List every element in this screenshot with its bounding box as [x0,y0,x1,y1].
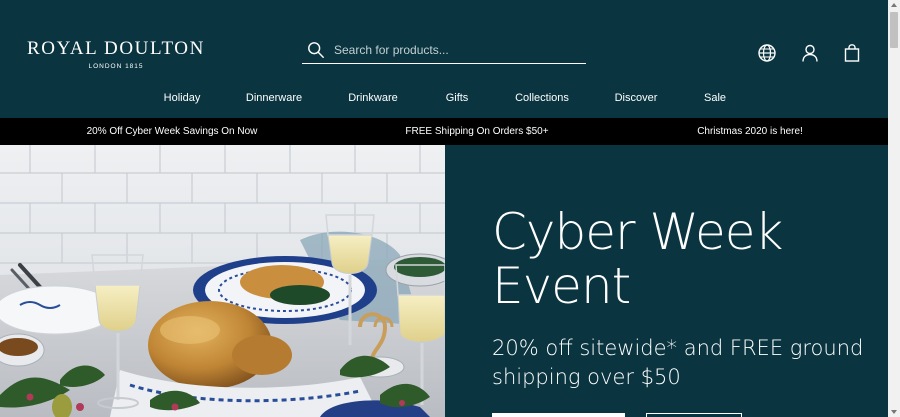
promo-free-shipping[interactable]: FREE Shipping On Orders $50+ [405,126,548,137]
logo-tagline: LONDON 1815 [88,63,144,70]
nav-item-sale[interactable]: Sale [704,92,726,104]
hero-image[interactable] [0,145,445,417]
page-scrollbar[interactable] [888,0,900,417]
hero-title-line2: Event [492,257,631,315]
promo-christmas[interactable]: Christmas 2020 is here! [697,126,803,137]
scroll-up-icon[interactable] [891,3,897,7]
search-bar [302,36,586,64]
scroll-down-icon[interactable] [891,410,897,414]
site-header: ROYAL DOULTON LONDON 1815 Holiday Dinner… [0,0,888,118]
nav-item-collections[interactable]: Collections [515,92,569,104]
user-icon[interactable] [800,43,820,63]
search-input[interactable] [332,41,576,58]
hero-secondary-button[interactable] [646,413,742,417]
scroll-thumb[interactable] [890,12,898,48]
brand-logo[interactable]: ROYAL DOULTON LONDON 1815 [26,38,206,70]
holiday-table-photo [0,145,445,417]
nav-item-dinnerware[interactable]: Dinnerware [246,92,302,104]
hero-title: Cyber Week Event [492,205,852,313]
promo-cyber-week[interactable]: 20% Off Cyber Week Savings On Now [87,126,258,137]
nav-item-discover[interactable]: Discover [615,92,658,104]
search-icon[interactable] [307,41,325,59]
hero-subtitle: 20% off sitewide* and FREE ground shippi… [492,336,864,389]
nav-item-drinkware[interactable]: Drinkware [348,92,398,104]
bag-icon[interactable] [842,43,862,63]
hero-title-line1: Cyber Week [492,203,783,261]
hero-primary-button[interactable] [492,413,625,417]
promo-bar: 20% Off Cyber Week Savings On Now FREE S… [0,118,888,145]
logo-wordmark: ROYAL DOULTON [27,38,205,59]
globe-icon[interactable] [757,43,777,63]
nav-item-gifts[interactable]: Gifts [446,92,469,104]
nav-item-holiday[interactable]: Holiday [164,92,201,104]
hero-panel: Cyber Week Event 20% off sitewide* and F… [445,145,888,417]
